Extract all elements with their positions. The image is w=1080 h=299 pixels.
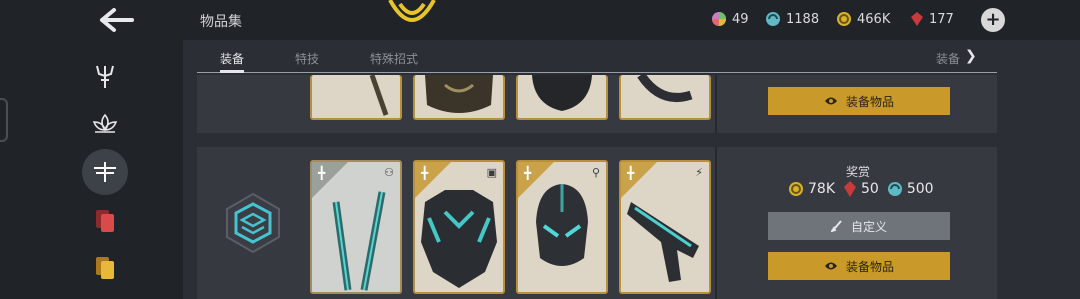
dragonfly-icon: ╋ [627,166,635,180]
sidebar-edge-tab[interactable] [0,98,8,142]
reward-ruby-value: 50 [861,181,879,197]
page-title: 物品集 [200,14,242,30]
weapon-type-icon: ⚇ [384,166,394,179]
dragonfly-icon [94,162,116,182]
chevron-right-icon[interactable]: ❯ [965,48,977,64]
equip-item-button[interactable]: 装备物品 [768,252,950,280]
row-divider [715,147,717,299]
sidebar-item-red-cards[interactable] [82,197,128,243]
lotus-icon [92,113,118,133]
tab-equipment[interactable]: 装备 [220,50,244,67]
collection-hex-icon [226,192,280,254]
currency-gold-coin: 466K [836,11,890,27]
back-button[interactable] [98,6,136,34]
lightning-icon: ⚡ [695,166,703,179]
sidebar-item-dragonfly[interactable] [82,149,128,195]
dragonfly-icon: ╋ [318,166,326,180]
plus-icon: + [985,9,1001,30]
tab-separator [197,72,997,73]
bow-icon [369,75,389,116]
item-card[interactable] [619,75,711,120]
item-card-twin-blades[interactable]: ╋ ⚇ [310,160,402,294]
armor-type-icon: ▣ [486,166,497,179]
currency-ruby: 177 [910,11,954,27]
armor-icon [425,75,493,113]
gold-coin-icon [837,12,851,26]
add-currency-button[interactable]: + [981,8,1005,32]
weapon-icon [637,75,693,102]
arrow-left-icon [100,8,134,32]
cards-gold-icon [96,257,114,279]
cards-red-icon [96,210,114,232]
multi-gem-icon [712,12,726,26]
ruby-icon [844,181,856,197]
item-card-armor[interactable]: ╋ ▣ [413,160,505,294]
tab-next-label[interactable]: 装备 [936,50,960,67]
tab-stunts[interactable]: 特技 [295,50,319,67]
ruby-icon [911,12,923,26]
currency-cyan-orb: 1188 [765,11,819,27]
dragonfly-icon: ╋ [524,166,532,180]
equip-item-button[interactable]: 装备物品 [768,87,950,115]
eye-icon [824,97,837,105]
sidebar-item-gold-cards[interactable] [82,244,128,290]
dragonfly-icon: ╋ [421,166,429,180]
reward-list: 78K 50 500 [788,180,942,198]
eye-icon [824,262,837,270]
row-divider [715,75,717,133]
item-card-pistol[interactable]: ╋ ⚡ [619,160,711,294]
cyan-orb-icon [887,182,902,196]
sidebar-item-weapons[interactable] [82,53,128,99]
tab-special-moves[interactable]: 特殊招式 [370,50,418,67]
brush-icon [830,220,842,232]
reward-gold-value: 78K [808,181,835,197]
cyan-orb-icon [766,12,780,26]
customize-button[interactable]: 自定义 [768,212,950,240]
trident-icon [96,65,114,88]
helmet-type-icon: ⚲ [591,166,600,179]
reward-orb-value: 500 [906,181,934,197]
game-logo-icon [388,0,436,22]
sidebar-item-lotus[interactable] [82,101,128,147]
item-card[interactable] [413,75,505,120]
item-card-helmet[interactable]: ╋ ⚲ [516,160,608,294]
tab-active-indicator [220,70,244,73]
currency-multi-gem: 49 [711,11,749,27]
item-card[interactable] [516,75,608,120]
helmet-icon [532,75,592,111]
item-card[interactable] [310,75,402,120]
gold-coin-icon [789,182,803,196]
reward-title: 奖赏 [846,165,871,179]
